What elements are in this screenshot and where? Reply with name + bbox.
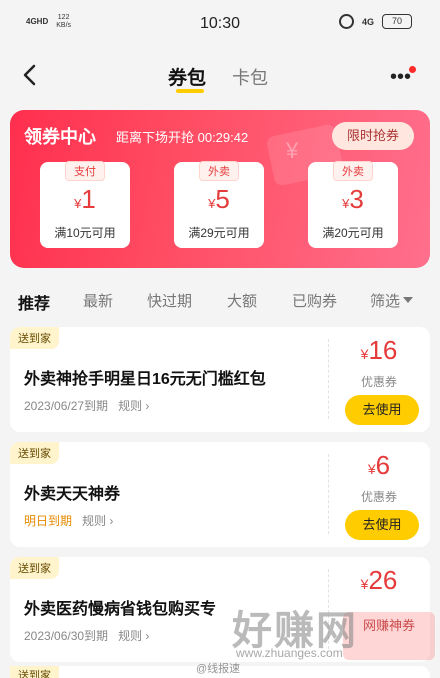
watermark-url: www.zhuanges.com xyxy=(236,646,343,660)
mini-coupon[interactable]: 外卖 ¥3 满20元可用 xyxy=(308,161,398,248)
filter-bar: 推荐 最新 快过期 大额 已购券 筛选 xyxy=(0,280,440,320)
delivery-badge: 送到家 xyxy=(10,666,59,678)
coupon-expiry: 2023/06/27到期 xyxy=(24,399,109,413)
filter-button[interactable]: 筛选 xyxy=(370,290,400,311)
coupon-amount: ¥16 xyxy=(360,335,398,365)
mini-coupon-tag: 外卖 xyxy=(333,161,373,181)
mini-coupon-tag: 外卖 xyxy=(199,161,239,181)
top-nav: 券包 卡包 ••• xyxy=(0,50,440,102)
coupon-center-banner: 领券中心 距离下场开抢 00:29:42 ¥ 限时抢券 支付 ¥1 满10元可用… xyxy=(10,110,430,268)
wifi-indicator: 4G xyxy=(361,16,374,27)
filter-large-amount[interactable]: 大额 xyxy=(227,290,257,311)
coupon-center-title: 领券中心 xyxy=(24,127,96,147)
status-bar: 4GHD 122 KB/s 10:30 4G 70 xyxy=(0,0,440,50)
coupon-title: 外卖神抢手明星日16元无门槛红包 xyxy=(24,371,266,388)
coupon-type: 优惠券 xyxy=(360,490,397,504)
use-coupon-button[interactable]: 去使用 xyxy=(345,510,419,540)
use-coupon-button[interactable]: 去使用 xyxy=(345,395,419,425)
notification-dot xyxy=(409,66,416,73)
limited-grab-button[interactable]: 限时抢券 xyxy=(332,122,414,150)
more-dots-icon: ••• xyxy=(390,66,412,88)
battery-indicator: 70 xyxy=(382,14,412,29)
coupon-card[interactable]: 送到家 外卖神抢手明星日16元无门槛红包 2023/06/27到期 规则 › ¥… xyxy=(10,327,430,432)
mini-coupon-tag: 支付 xyxy=(65,161,105,181)
coupon-rules-link[interactable]: 规则 › xyxy=(82,512,113,529)
next-round-countdown: 距离下场开抢 00:29:42 xyxy=(116,130,249,145)
mini-coupon-amount: ¥5 xyxy=(208,184,230,214)
mini-coupon-condition: 满20元可用 xyxy=(322,226,384,240)
tab-card-bag[interactable]: 卡包 xyxy=(232,64,268,90)
back-arrow-icon[interactable] xyxy=(18,62,44,88)
mini-coupon-amount: ¥3 xyxy=(342,184,364,214)
coupon-amount: ¥26 xyxy=(360,565,398,595)
mini-coupon[interactable]: 支付 ¥1 满10元可用 xyxy=(40,161,130,248)
watermark-weibo: @线报速 xyxy=(196,663,241,675)
coupon-type: 优惠券 xyxy=(360,375,397,389)
filter-recommended[interactable]: 推荐 xyxy=(18,290,50,314)
coupon-rules-link[interactable]: 规则 › xyxy=(118,397,149,414)
coupon-expiry: 2023/06/30到期 xyxy=(24,629,109,643)
decoration-yen-icon: ¥ xyxy=(286,138,299,163)
filter-newest[interactable]: 最新 xyxy=(83,290,113,311)
more-menu-button[interactable]: ••• xyxy=(390,66,416,88)
delivery-badge: 送到家 xyxy=(10,327,59,349)
mini-coupon[interactable]: 外卖 ¥5 满29元可用 xyxy=(174,161,264,248)
mini-coupon-condition: 满29元可用 xyxy=(188,226,250,240)
coupon-title: 外卖医药慢病省钱包购买专 xyxy=(24,601,217,618)
active-tab-indicator xyxy=(176,89,204,93)
coupon-title: 外卖天天神券 xyxy=(24,486,121,503)
mini-coupon-amount: ¥1 xyxy=(74,184,96,214)
filter-purchased[interactable]: 已购券 xyxy=(292,290,337,311)
coupon-rules-link[interactable]: 规则 › xyxy=(118,627,149,644)
delivery-badge: 送到家 xyxy=(10,442,59,464)
filter-expiring[interactable]: 快过期 xyxy=(147,290,192,311)
mini-coupon-condition: 满10元可用 xyxy=(54,226,116,240)
tab-coupon-bag[interactable]: 券包 xyxy=(168,63,206,90)
dropdown-arrow-icon xyxy=(403,297,413,303)
alarm-icon xyxy=(338,14,354,29)
coupon-card[interactable]: 送到家 外卖天天神券 明日到期 规则 › ¥6 优惠券 去使用 xyxy=(10,442,430,547)
coupon-amount: ¥6 xyxy=(367,450,391,480)
coupon-expiry: 明日到期 xyxy=(24,514,73,528)
delivery-badge: 送到家 xyxy=(10,557,59,579)
